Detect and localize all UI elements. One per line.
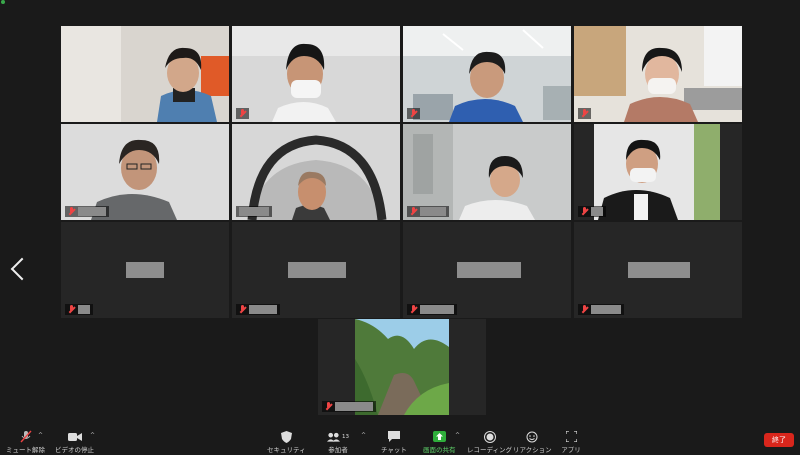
chat-bubble-icon [383, 430, 405, 443]
security-button[interactable]: セキュリティ [267, 430, 306, 454]
participant-name-chip [236, 108, 249, 119]
meeting-toolbar: ミュート解除 ^ ビデオの停止 ^ セキュリティ 13 参加者 ^ チャット 画… [0, 428, 800, 455]
stop-video-button[interactable]: ビデオの停止 [55, 430, 94, 454]
muted-mic-icon [68, 207, 75, 216]
participant-video [61, 26, 229, 122]
participant-tile[interactable] [232, 26, 400, 122]
participant-name-redacted [420, 207, 446, 216]
participant-tile-video-off[interactable] [403, 222, 571, 318]
security-label: セキュリティ [267, 446, 306, 454]
participant-tile[interactable] [574, 26, 742, 122]
participant-tile[interactable] [232, 124, 400, 220]
muted-mic-icon [581, 207, 588, 216]
participant-name-chip [578, 206, 606, 217]
security-status-dot [1, 0, 5, 4]
share-screen-button[interactable]: 画面の共有 [423, 430, 456, 454]
share-options-caret-icon[interactable]: ^ [455, 432, 460, 439]
end-meeting-button[interactable]: 終了 [764, 433, 794, 447]
video-options-caret-icon[interactable]: ^ [90, 432, 95, 439]
participant-name-redacted [78, 305, 90, 314]
participant-tile[interactable] [403, 26, 571, 122]
share-screen-label: 画面の共有 [423, 446, 456, 454]
participant-video [232, 26, 400, 122]
participant-tile[interactable] [61, 124, 229, 220]
participant-name-redacted [335, 402, 373, 411]
muted-mic-icon [581, 305, 588, 314]
participant-name-redacted [239, 207, 269, 216]
participant-name-chip [236, 304, 280, 315]
participant-tile-active-speaker[interactable] [61, 26, 229, 122]
participant-name-redacted [591, 207, 603, 216]
apps-label: アプリ [561, 446, 581, 454]
share-screen-icon [428, 430, 450, 443]
participant-name-chip [407, 108, 420, 119]
reactions-label: リアクション [513, 446, 552, 454]
record-icon [479, 430, 501, 443]
mic-muted-icon [15, 430, 37, 443]
participants-button[interactable]: 13 参加者 [327, 430, 349, 454]
participant-tile[interactable] [318, 319, 486, 415]
muted-mic-icon [410, 305, 417, 314]
muted-mic-icon [239, 305, 246, 314]
participant-name-chip [578, 304, 624, 315]
muted-mic-icon [581, 109, 588, 118]
chat-label: チャット [381, 446, 407, 454]
participants-icon: 13 [327, 430, 349, 443]
participant-tile-video-off[interactable] [232, 222, 400, 318]
participant-name-chip [578, 108, 591, 119]
reactions-button[interactable]: リアクション [513, 430, 552, 454]
participant-name-redacted [628, 262, 690, 278]
participants-options-caret-icon[interactable]: ^ [361, 432, 366, 439]
participant-name-redacted [249, 305, 277, 314]
muted-mic-icon [325, 402, 332, 411]
unmute-label: ミュート解除 [6, 446, 45, 454]
audio-options-caret-icon[interactable]: ^ [38, 432, 43, 439]
chevron-left-icon[interactable] [10, 258, 24, 280]
shield-icon [275, 430, 297, 443]
participant-name-chip [65, 206, 109, 217]
participant-name-redacted [457, 262, 521, 278]
record-button[interactable]: レコーディング [467, 430, 512, 454]
smiley-plus-icon [521, 430, 543, 443]
chat-button[interactable]: チャット [381, 430, 407, 454]
muted-mic-icon [410, 207, 417, 216]
stop-video-label: ビデオの停止 [55, 446, 94, 454]
participant-name-chip [322, 401, 376, 412]
apps-button[interactable]: アプリ [560, 430, 582, 454]
participant-video [403, 26, 571, 122]
apps-icon [560, 430, 582, 443]
participant-name-redacted [420, 305, 454, 314]
participant-name-chip [236, 206, 272, 217]
participant-name-chip [407, 304, 457, 315]
participant-name-redacted [288, 262, 346, 278]
participant-name-redacted [591, 305, 621, 314]
muted-mic-icon [410, 109, 417, 118]
participant-name-redacted [78, 207, 106, 216]
muted-mic-icon [239, 109, 246, 118]
participants-label: 参加者 [328, 446, 348, 454]
video-camera-icon [64, 430, 86, 443]
participant-tile-video-off[interactable] [574, 222, 742, 318]
participants-count: 13 [342, 433, 349, 440]
participant-name-chip [407, 206, 449, 217]
participant-tile[interactable] [574, 124, 742, 220]
participant-name-chip [65, 304, 93, 315]
participant-name-redacted [126, 262, 164, 278]
participant-tile[interactable] [403, 124, 571, 220]
video-gallery [0, 0, 800, 428]
participant-tile-video-off[interactable] [61, 222, 229, 318]
muted-mic-icon [68, 305, 75, 314]
participant-video [574, 26, 742, 122]
record-label: レコーディング [467, 446, 513, 454]
